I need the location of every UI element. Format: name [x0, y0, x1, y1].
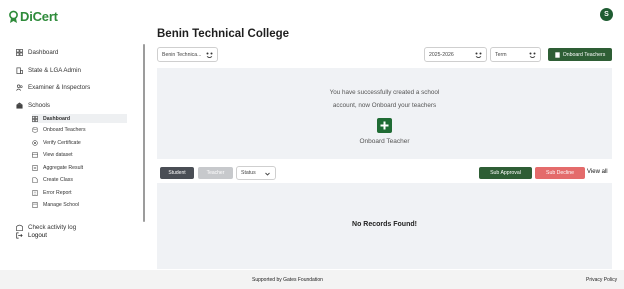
- subnav-label: Error Report: [43, 190, 72, 196]
- footer-supported-by: Supported by Gates Foundation: [252, 277, 323, 283]
- subnav-verify-certificate[interactable]: Verify Certificate: [32, 140, 81, 146]
- logo-mark-icon: [9, 10, 18, 23]
- onboard-teacher-label: Onboard Teacher: [359, 138, 410, 145]
- subnav-dashboard[interactable]: Dashboard: [32, 114, 127, 123]
- sidebar-item-label: State & LGA Admin: [28, 67, 81, 74]
- dropdown-icon: [206, 52, 213, 58]
- dropdown-icon: [475, 52, 482, 58]
- subnav-error-report[interactable]: Error Report: [32, 190, 72, 196]
- subnav-label: Manage School: [43, 202, 80, 208]
- sub-decline-button[interactable]: Sub Decline: [535, 167, 585, 179]
- activity-log-icon: [16, 224, 23, 231]
- class-icon: [32, 177, 38, 183]
- logout-icon: [16, 232, 23, 239]
- subnav-onboard-teachers[interactable]: Onboard Teachers: [32, 127, 86, 133]
- users-icon: [16, 84, 23, 91]
- school-select-value: Benin Technica...: [162, 51, 202, 58]
- subnav-label: View dataset: [43, 152, 73, 158]
- sidebar-item-dashboard[interactable]: Dashboard: [16, 49, 58, 56]
- chevron-down-icon: [265, 172, 270, 176]
- tab-teacher[interactable]: Teacher: [198, 167, 233, 179]
- page-title: Benin Technical College: [157, 28, 290, 40]
- term-select-value: Term: [495, 51, 507, 58]
- sidebar-item-label: Dashboard: [28, 49, 59, 56]
- manage-icon: [32, 202, 38, 208]
- logout-label: Logout: [28, 232, 47, 239]
- dropdown-icon: [529, 52, 536, 58]
- dashboard-icon: [32, 115, 38, 122]
- subnav-label: Aggregate Result: [43, 165, 84, 171]
- onboard-teacher-add-button[interactable]: [377, 118, 392, 133]
- database-icon: [32, 127, 38, 133]
- subnav-manage-school[interactable]: Manage School: [32, 202, 79, 208]
- sidebar-item-label: Examiner & Inspectors: [28, 84, 91, 91]
- session-select[interactable]: 2025-2026: [424, 47, 487, 62]
- onboard-teachers-label: Onboard Teachers: [562, 51, 606, 58]
- building-icon: [16, 67, 23, 74]
- subnav-label: Verify Certificate: [43, 140, 81, 146]
- logo-text: DiCert: [20, 9, 58, 24]
- logo[interactable]: DiCert: [8, 9, 58, 24]
- onboard-teachers-button[interactable]: Onboard Teachers: [548, 48, 612, 61]
- view-all-link[interactable]: View all: [587, 169, 608, 175]
- subnav-label: Dashboard: [43, 115, 71, 122]
- subnav-create-class[interactable]: Create Class: [32, 177, 73, 183]
- document-icon: [555, 51, 560, 58]
- success-panel: [157, 68, 612, 159]
- school-select[interactable]: Benin Technica...: [157, 47, 218, 62]
- dashboard-icon: [16, 49, 23, 56]
- sidebar-item-state-lga-admin[interactable]: State & LGA Admin: [16, 67, 81, 74]
- plus-icon: [380, 121, 389, 130]
- activity-log-label: Check activity log: [28, 224, 77, 231]
- privacy-policy-link[interactable]: Privacy Policy: [586, 277, 617, 283]
- app-root: DiCert S Dashboard State & LGA Admin Exa…: [0, 0, 624, 289]
- empty-records-text: No Records Found!: [352, 221, 417, 228]
- subnav-label: Create Class: [43, 177, 73, 183]
- sidebar-scrollbar[interactable]: [143, 44, 145, 222]
- report-icon: [32, 190, 38, 196]
- certificate-icon: [32, 140, 38, 146]
- subnav-view-dataset[interactable]: View dataset: [32, 152, 73, 158]
- sidebar-item-label: Schools: [28, 102, 51, 109]
- tab-student[interactable]: Student: [160, 167, 194, 179]
- subnav-label: Onboard Teachers: [43, 127, 86, 133]
- subnav-aggregate-result[interactable]: Aggregate Result: [32, 165, 83, 171]
- sidebar-logout[interactable]: Logout: [16, 232, 47, 239]
- success-message-line2: account, now Onboard your teachers: [332, 102, 437, 109]
- dataset-icon: [32, 152, 38, 158]
- status-select[interactable]: Status: [236, 166, 276, 180]
- sidebar-item-schools[interactable]: Schools: [16, 102, 50, 109]
- sidebar-item-examiner-inspectors[interactable]: Examiner & Inspectors: [16, 84, 90, 91]
- sidebar-activity-log[interactable]: Check activity log: [16, 224, 76, 231]
- result-icon: [32, 165, 38, 171]
- session-select-value: 2025-2026: [429, 51, 454, 58]
- term-select[interactable]: Term: [490, 47, 541, 62]
- success-message-line1: You have successfully created a school: [329, 89, 440, 96]
- user-avatar[interactable]: S: [600, 8, 613, 21]
- school-icon: [16, 102, 23, 109]
- status-select-value: Status: [241, 170, 256, 176]
- sub-approval-button[interactable]: Sub Approval: [479, 167, 532, 179]
